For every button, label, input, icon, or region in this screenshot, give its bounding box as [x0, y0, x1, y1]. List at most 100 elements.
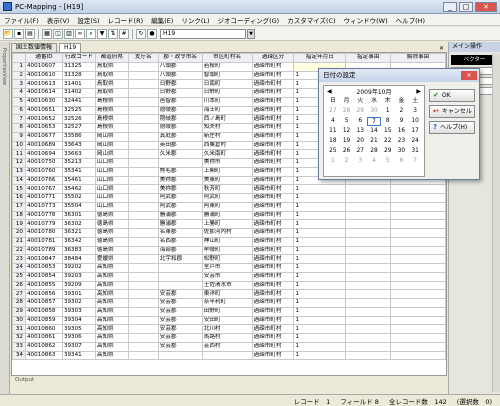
table-cell[interactable] [390, 324, 446, 334]
table-cell[interactable]: 名西郡 [157, 236, 203, 247]
table-cell[interactable]: 安芸市 [201, 271, 253, 282]
table-cell[interactable] [157, 280, 203, 291]
table-cell[interactable]: 高知県 [94, 350, 129, 361]
table-cell[interactable]: 33586 [61, 131, 96, 142]
table-cell[interactable] [127, 114, 159, 124]
table-cell[interactable]: 過疎市町村 [251, 341, 295, 352]
table-cell[interactable] [127, 88, 159, 98]
table-cell[interactable]: 過疎市町村 [251, 140, 295, 151]
table-cell[interactable]: 40010651 [24, 105, 63, 116]
table-cell[interactable] [157, 263, 203, 273]
table-cell[interactable]: 過疎市町村 [251, 131, 295, 142]
table-cell[interactable] [390, 263, 446, 273]
table-cell[interactable]: 島根県 [94, 105, 129, 116]
table-cell[interactable]: 島根県 [94, 123, 129, 133]
table-cell[interactable]: 過疎市町村 [251, 315, 295, 326]
calendar-day[interactable]: 13 [353, 127, 367, 136]
table-cell[interactable]: 過疎市町村 [251, 114, 295, 124]
column-header[interactable]: 過疎区分 [251, 53, 295, 63]
table-cell[interactable]: 40010859 [24, 315, 63, 326]
table-cell[interactable]: 日野郡 [157, 79, 203, 89]
calendar-day[interactable]: 29 [381, 147, 395, 156]
dialog-close-button[interactable]: ✕ [461, 71, 477, 80]
table-row[interactable]: 32 40010861 39306 高知県 安芸郡 馬路村 過疎市町村 1 [12, 333, 446, 343]
menu-item[interactable]: 表示(V) [43, 15, 74, 25]
row-number[interactable]: 27 [12, 289, 26, 299]
calendar-day[interactable]: 30 [395, 147, 409, 156]
table-cell[interactable]: 高知県 [94, 324, 129, 334]
calendar-day[interactable]: 28 [340, 107, 354, 116]
table-cell[interactable] [127, 149, 159, 159]
table-cell[interactable]: 美東町 [201, 175, 253, 186]
row-number[interactable]: 18 [12, 210, 26, 221]
row-number[interactable]: 33 [12, 341, 26, 352]
table-cell[interactable]: 35341 [61, 166, 96, 177]
column-header[interactable]: 支庁名 [127, 53, 159, 63]
table-cell[interactable] [127, 306, 159, 317]
table-cell[interactable] [345, 289, 392, 299]
table-cell[interactable] [345, 341, 392, 352]
table-cell[interactable] [345, 201, 392, 212]
table-cell[interactable] [127, 158, 159, 168]
table-cell[interactable]: 39203 [61, 271, 96, 282]
row-number[interactable]: 26 [12, 280, 26, 291]
table-cell[interactable]: 40010766 [24, 175, 63, 186]
row-number[interactable]: 1 [12, 61, 26, 72]
table-cell[interactable]: 36301 [61, 210, 96, 221]
table-cell[interactable]: 40010856 [24, 289, 63, 299]
table-cell[interactable]: 過疎市町村 [251, 105, 295, 116]
calendar-day[interactable]: 4 [326, 117, 340, 126]
table-cell[interactable]: 40010760 [24, 166, 63, 177]
calendar-day[interactable]: 28 [367, 147, 381, 156]
table-cell[interactable] [390, 280, 446, 291]
table-cell[interactable]: 39341 [61, 350, 96, 361]
table-cell[interactable] [157, 271, 203, 282]
link-icon[interactable]: ∞ [75, 28, 85, 39]
table-cell[interactable]: 鳥取県 [94, 79, 129, 89]
table-cell[interactable]: 36383 [61, 245, 96, 256]
calendar-day[interactable]: 27 [353, 147, 367, 156]
table-cell[interactable] [127, 271, 159, 282]
cancel-button[interactable]: ↩ キャンセル [429, 105, 475, 118]
table-cell[interactable]: 1 [293, 219, 347, 229]
table-cell[interactable]: 1 [293, 298, 347, 308]
row-number[interactable]: 11 [12, 149, 26, 159]
table-cell[interactable]: 過疎市町村 [251, 149, 295, 159]
table-cell[interactable]: 1 [293, 280, 347, 291]
layer-select[interactable]: H19 [160, 28, 246, 39]
column-header[interactable]: 通番ID [24, 53, 63, 63]
calendar-day[interactable]: 4 [367, 157, 381, 166]
table-cell[interactable]: 過疎市町村 [251, 210, 295, 221]
calendar-day[interactable]: 15 [381, 127, 395, 136]
calendar-day[interactable]: 1 [326, 157, 340, 166]
table-cell[interactable]: 過疎市町村 [251, 324, 295, 334]
table-cell[interactable] [345, 350, 392, 361]
table-cell[interactable]: 真庭郡 [157, 131, 203, 142]
table-row[interactable]: 28 40010857 39302 高知県 安芸郡 奈半利町 過疎市町村 1 [12, 298, 446, 308]
table-cell[interactable]: 36321 [61, 228, 96, 238]
ok-button[interactable]: ✔ OK [429, 89, 475, 102]
calendar-day[interactable]: 6 [353, 117, 367, 126]
calendar-day[interactable]: 6 [395, 157, 409, 166]
table-cell[interactable]: 39306 [61, 333, 96, 343]
row-number[interactable]: 2 [12, 70, 26, 81]
table-row[interactable]: 23 40010847 38484 愛媛県 北宇和郡 松野町 過疎市町村 1 [12, 254, 446, 264]
table-cell[interactable]: 40010789 [24, 245, 63, 256]
table-cell[interactable]: 馬路村 [201, 333, 253, 343]
table-row[interactable]: 20 40010780 36321 徳島県 名東郡 佐那河内村 過疎市町村 1 [12, 228, 446, 238]
table-cell[interactable]: 知夫村 [201, 123, 253, 133]
calendar-day[interactable]: 11 [326, 127, 340, 136]
table-row[interactable]: 16 40010771 35502 山口県 阿武郡 阿武町 過疎市町村 1 [12, 193, 446, 203]
table-cell[interactable]: 1 [293, 254, 347, 264]
table-cell[interactable] [345, 219, 392, 229]
table-cell[interactable]: 40010677 [24, 131, 63, 142]
table-cell[interactable] [127, 166, 159, 177]
table-cell[interactable]: 山口県 [94, 166, 129, 177]
table-cell[interactable] [345, 245, 392, 256]
table-cell[interactable]: 山口県 [94, 175, 129, 186]
table-cell[interactable] [345, 306, 392, 317]
table-row[interactable]: 17 40010773 35504 山口県 阿武郡 阿東町 過疎市町村 1 [12, 201, 446, 212]
table-cell[interactable]: 山口県 [94, 201, 129, 212]
row-number[interactable]: 30 [12, 315, 26, 326]
table-cell[interactable]: 35504 [61, 201, 96, 212]
